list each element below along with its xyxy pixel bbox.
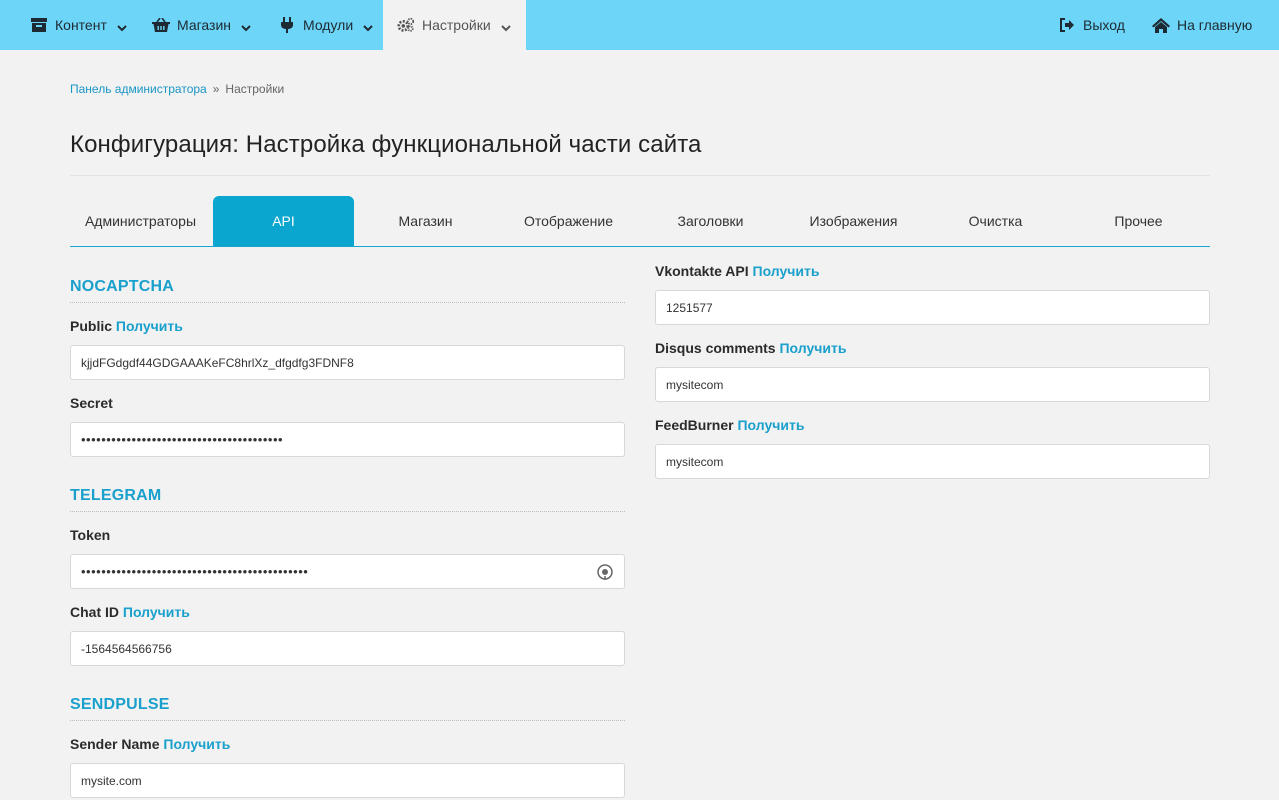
vkontakte-api-input[interactable]: 1251577 [655,290,1210,325]
token-input[interactable]: ••••••••••••••••••••••••••••••••••••••••… [70,554,625,589]
chevron-down-icon [117,20,127,32]
page-title: Конфигурация: Настройка функциональной ч… [70,131,702,158]
get-link-feedburner[interactable]: Получить [737,417,804,433]
get-link-disqus[interactable]: Получить [779,340,846,356]
nav-settings-label: Настройки [422,17,491,33]
sign-out-icon [1058,16,1076,34]
label-text: Sender Name [70,736,160,752]
field-label-public: Public Получить [70,318,183,334]
tab-headers[interactable]: Заголовки [640,196,781,246]
field-label-token: Token [70,527,111,543]
tab-shop[interactable]: Магазин [355,196,496,246]
field-label-disqus: Disqus comments Получить [655,340,846,356]
plug-icon [278,16,296,34]
nav-settings-menu[interactable]: Настройки [383,0,526,50]
nav-logout[interactable]: Выход [1058,0,1125,50]
disqus-input[interactable]: mysitecom [655,367,1210,402]
tab-other[interactable]: Прочее [1068,196,1209,246]
label-text: Vkontakte API [655,263,749,279]
tab-cleanup[interactable]: Очистка [925,196,1066,246]
field-label-secret: Secret [70,395,113,411]
nav-home-label: На главную [1177,17,1253,33]
title-divider [70,175,1210,176]
nav-logout-label: Выход [1083,17,1125,33]
home-icon [1152,16,1170,34]
nav-modules-menu[interactable]: Модули [278,0,373,50]
feedburner-input[interactable]: mysitecom [655,444,1210,479]
breadcrumb-link-admin[interactable]: Панель администратора [70,82,207,96]
token-value: ••••••••••••••••••••••••••••••••••••••••… [81,564,309,579]
label-text: Chat ID [70,604,119,620]
chevron-down-icon [241,20,251,32]
tab-display[interactable]: Отображение [498,196,639,246]
breadcrumb-separator: » [212,82,220,96]
public-key-input[interactable]: kjjdFGdgdf44GDGAAAKeFC8hrlXz_dfgdfg3FDNF… [70,345,625,380]
field-label-vkontakte: Vkontakte API Получить [655,263,819,279]
get-link-chat-id[interactable]: Получить [123,604,190,620]
nav-shop-menu[interactable]: Магазин [152,0,251,50]
tab-api[interactable]: API [213,196,354,246]
label-text: Public [70,318,113,334]
tab-images[interactable]: Изображения [783,196,924,246]
password-reveal-icon[interactable] [596,563,614,581]
settings-tabs: Администраторы API Магазин Отображение З… [70,196,1210,247]
gears-icon [397,16,415,34]
section-heading-sendpulse: SENDPULSE [70,696,625,721]
section-heading-nocaptcha: NOCAPTCHA [70,278,625,303]
field-label-sender-name: Sender Name Получить [70,736,230,752]
secret-key-input[interactable]: •••••••••••••••••••••••••••••••••••••••• [70,422,625,457]
field-label-chat-id: Chat ID Получить [70,604,190,620]
tab-administrators[interactable]: Администраторы [70,196,211,246]
get-link-sender-name[interactable]: Получить [163,736,230,752]
nav-modules-label: Модули [303,17,354,33]
nav-content-menu[interactable]: Контент [30,0,127,50]
sender-name-input[interactable]: mysite.com [70,763,625,798]
get-link-vkontakte[interactable]: Получить [753,263,820,279]
nav-shop-label: Магазин [177,17,232,33]
archive-icon [30,16,48,34]
breadcrumb-current: Настройки [225,82,285,96]
chevron-down-icon [500,20,511,32]
top-navbar: Контент Магазин Модули Настройки Выход Н [0,0,1279,50]
field-label-feedburner: FeedBurner Получить [655,417,804,433]
chat-id-input[interactable]: -1564564566756 [70,631,625,666]
get-link-public[interactable]: Получить [116,318,183,334]
basket-icon [152,16,170,34]
section-heading-telegram: TELEGRAM [70,487,625,512]
breadcrumb: Панель администратора » Настройки [70,82,284,96]
label-text: FeedBurner [655,417,734,433]
nav-home[interactable]: На главную [1152,0,1252,50]
chevron-down-icon [363,20,373,32]
nav-content-label: Контент [55,17,107,33]
label-text: Disqus comments [655,340,776,356]
